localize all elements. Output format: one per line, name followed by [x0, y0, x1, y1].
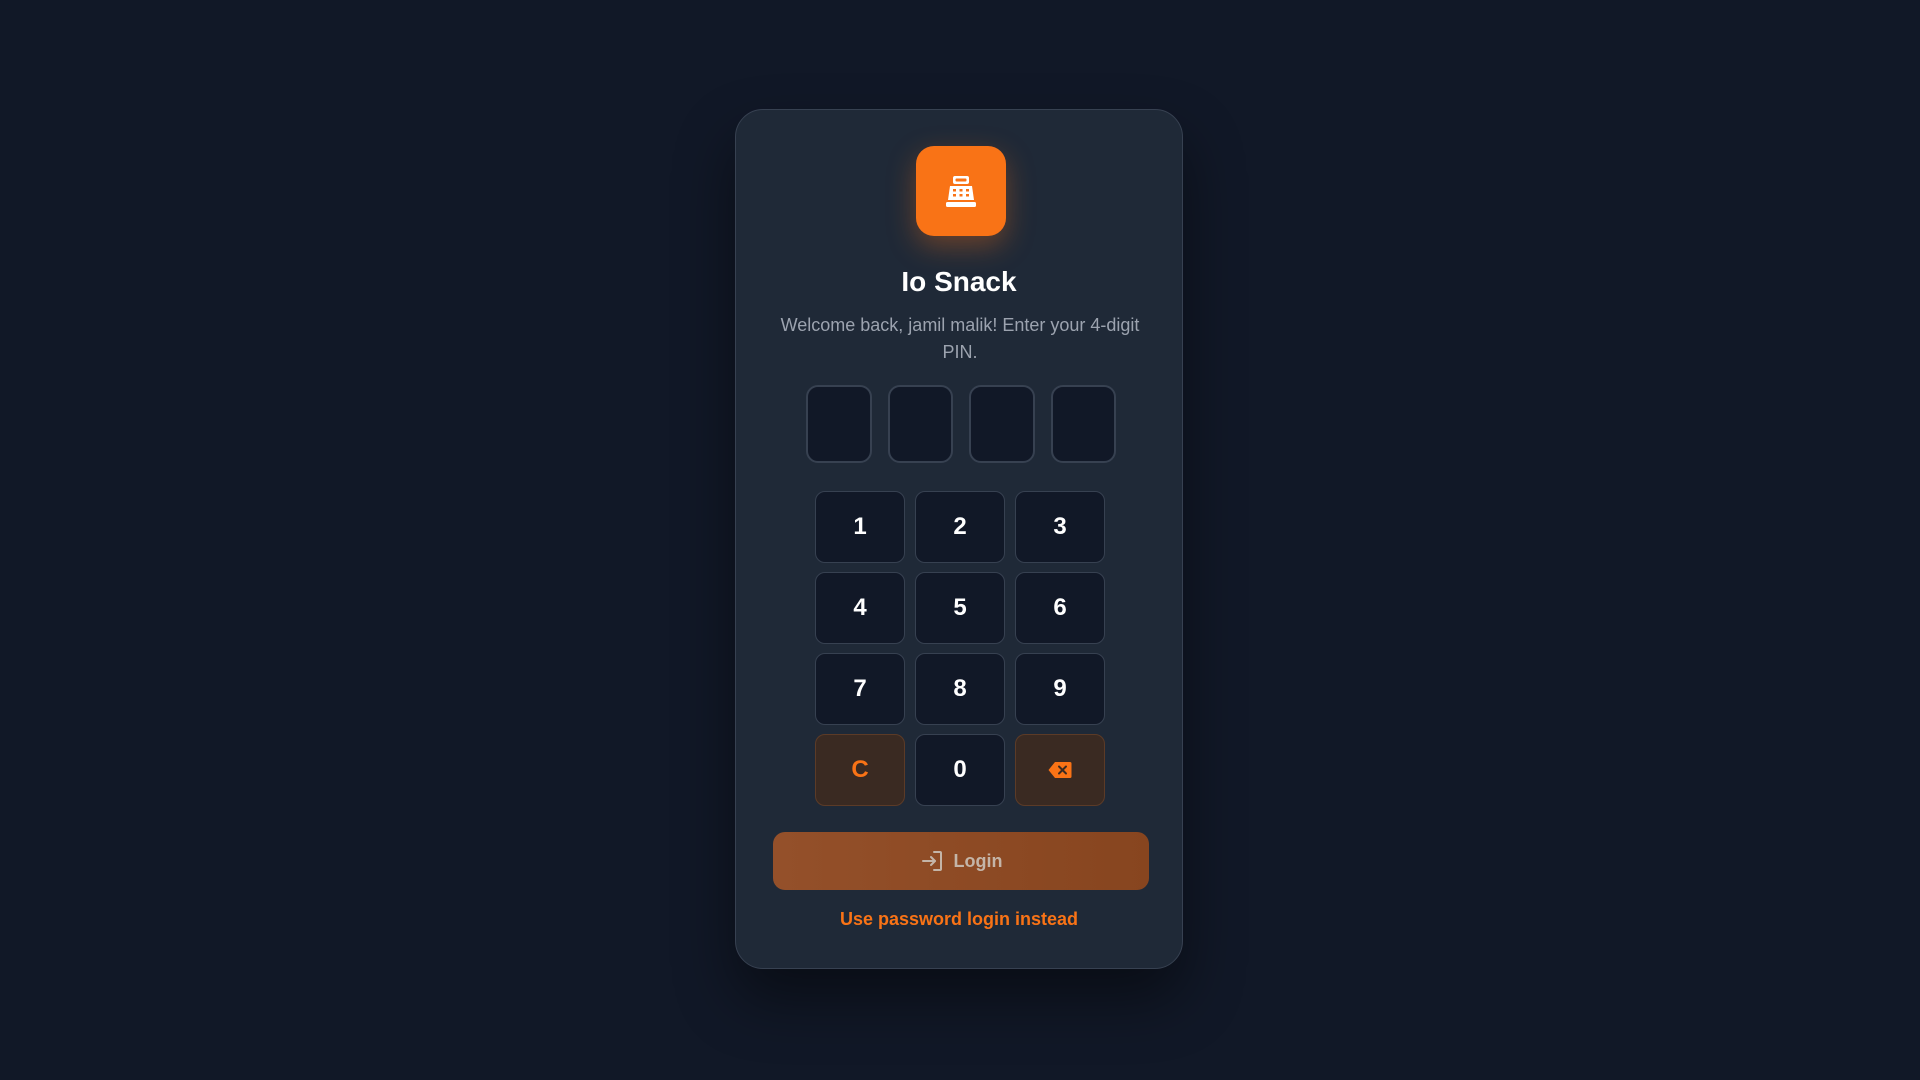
login-button[interactable]: Login	[773, 832, 1149, 890]
cash-register-icon	[946, 176, 976, 207]
key-0[interactable]: 0	[915, 734, 1005, 806]
backspace-button[interactable]	[1015, 734, 1105, 806]
key-6[interactable]: 6	[1015, 572, 1105, 644]
key-8[interactable]: 8	[915, 653, 1005, 725]
key-9[interactable]: 9	[1015, 653, 1105, 725]
pin-display	[806, 385, 1116, 463]
pin-digit-3	[969, 385, 1035, 463]
key-2[interactable]: 2	[915, 491, 1005, 563]
key-5[interactable]: 5	[915, 572, 1005, 644]
login-button-label: Login	[953, 850, 1003, 871]
key-7[interactable]: 7	[815, 653, 905, 725]
app-title: Io Snack	[901, 266, 1017, 297]
welcome-message: Welcome back, jamil malik! Enter your 4-…	[780, 315, 1140, 362]
pin-digit-2	[887, 385, 953, 463]
pin-digit-4	[1050, 385, 1116, 463]
pin-digit-1	[806, 385, 872, 463]
password-login-link[interactable]: Use password login instead	[736, 907, 1182, 931]
key-4[interactable]: 4	[815, 572, 905, 644]
login-arrow-icon	[921, 851, 942, 871]
pin-login-card: Io Snack Welcome back, jamil malik! Ente…	[735, 109, 1183, 969]
key-3[interactable]: 3	[1015, 491, 1105, 563]
key-1[interactable]: 1	[815, 491, 905, 563]
pin-keypad: 1 2 3 4 5 6 7 8 9 C 0	[815, 491, 1107, 806]
clear-button[interactable]: C	[815, 734, 905, 806]
app-logo	[916, 146, 1006, 236]
backspace-icon	[1048, 762, 1072, 778]
